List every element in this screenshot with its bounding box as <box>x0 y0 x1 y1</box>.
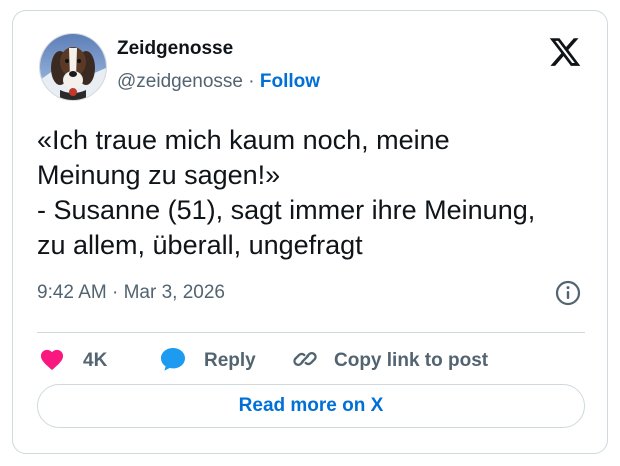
embedded-post-card: Zeidgenosse @zeidgenosse · Follow «Ich t… <box>12 10 608 454</box>
copy-link-label: Copy link to post <box>334 350 489 371</box>
heart-icon <box>39 347 65 376</box>
read-more-button[interactable]: Read more on X <box>37 384 585 428</box>
info-icon[interactable] <box>554 279 582 307</box>
x-logo-icon[interactable] <box>548 35 582 69</box>
follow-button[interactable]: Follow <box>260 71 320 92</box>
handle-separator: · <box>242 71 260 92</box>
copy-link-button[interactable]: Copy link to post <box>291 338 488 384</box>
avatar-dog-image <box>40 34 106 100</box>
post-text-line: - Susanne (51), sagt immer ihre Meinung, <box>37 195 536 225</box>
author-handle-row: @zeidgenosse · Follow <box>117 71 320 93</box>
reply-label: Reply <box>204 350 256 371</box>
post-text-line: zu allem, überall, ungefragt <box>37 230 363 260</box>
like-count: 4K <box>83 350 108 371</box>
author-avatar[interactable] <box>39 33 107 101</box>
post-text-line: Meinung zu sagen!» <box>37 160 281 190</box>
link-icon <box>291 345 319 378</box>
reply-button[interactable]: Reply <box>159 338 256 384</box>
speech-bubble-icon <box>159 346 187 377</box>
author-handle[interactable]: @zeidgenosse <box>117 71 243 92</box>
like-button[interactable]: 4K <box>39 338 107 384</box>
post-text: «Ich traue mich kaum noch, meine Meinung… <box>37 123 589 263</box>
author-display-name[interactable]: Zeidgenosse <box>117 38 233 60</box>
post-timestamp-link[interactable]: 9:42 AM · Mar 3, 2026 <box>37 282 225 304</box>
post-text-line: «Ich traue mich kaum noch, meine <box>37 125 450 155</box>
divider <box>37 332 585 333</box>
